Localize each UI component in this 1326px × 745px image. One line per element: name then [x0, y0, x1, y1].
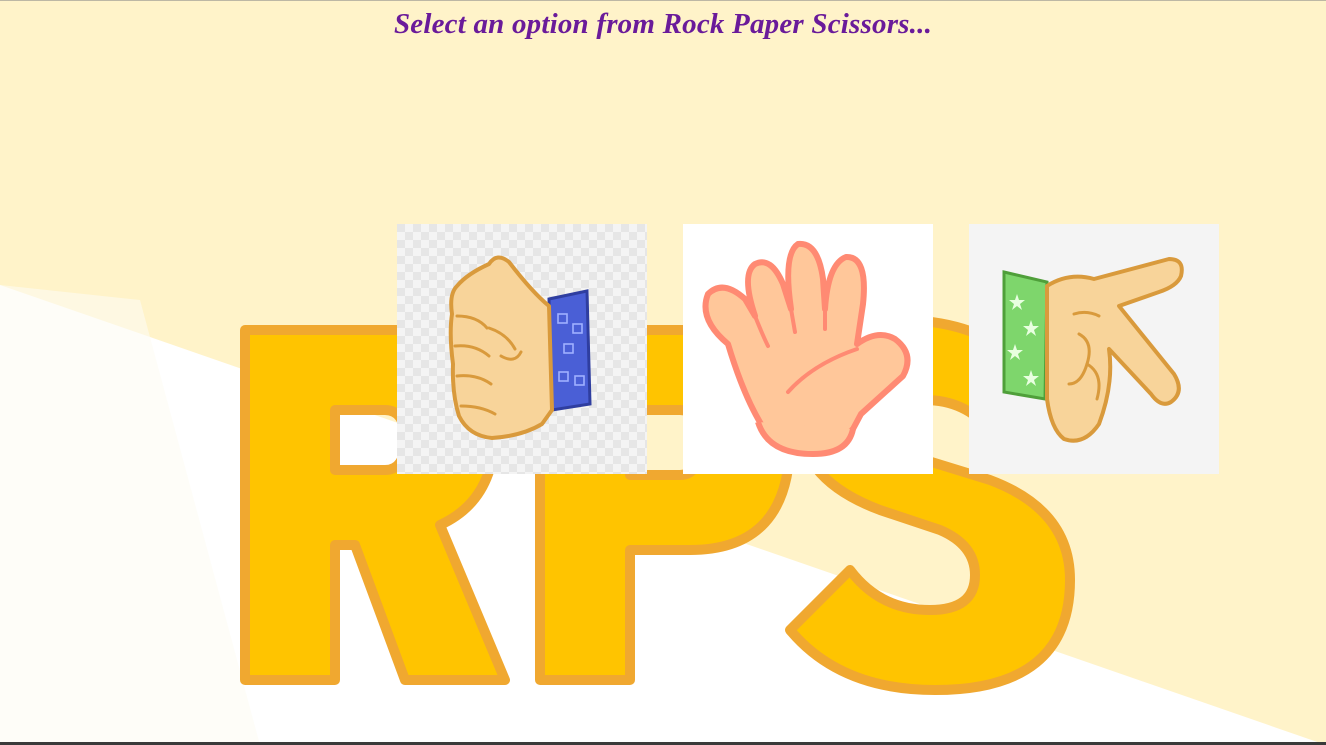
rock-option[interactable]	[397, 224, 647, 474]
scissors-option[interactable]	[969, 224, 1219, 474]
paper-option[interactable]	[683, 224, 933, 474]
victory-hand-icon	[969, 224, 1219, 474]
page-title: Select an option from Rock Paper Scissor…	[393, 8, 933, 40]
open-hand-icon	[683, 224, 933, 474]
fist-hand-icon	[397, 224, 647, 474]
game-page: Select an option from Rock Paper Scissor…	[0, 0, 1326, 745]
